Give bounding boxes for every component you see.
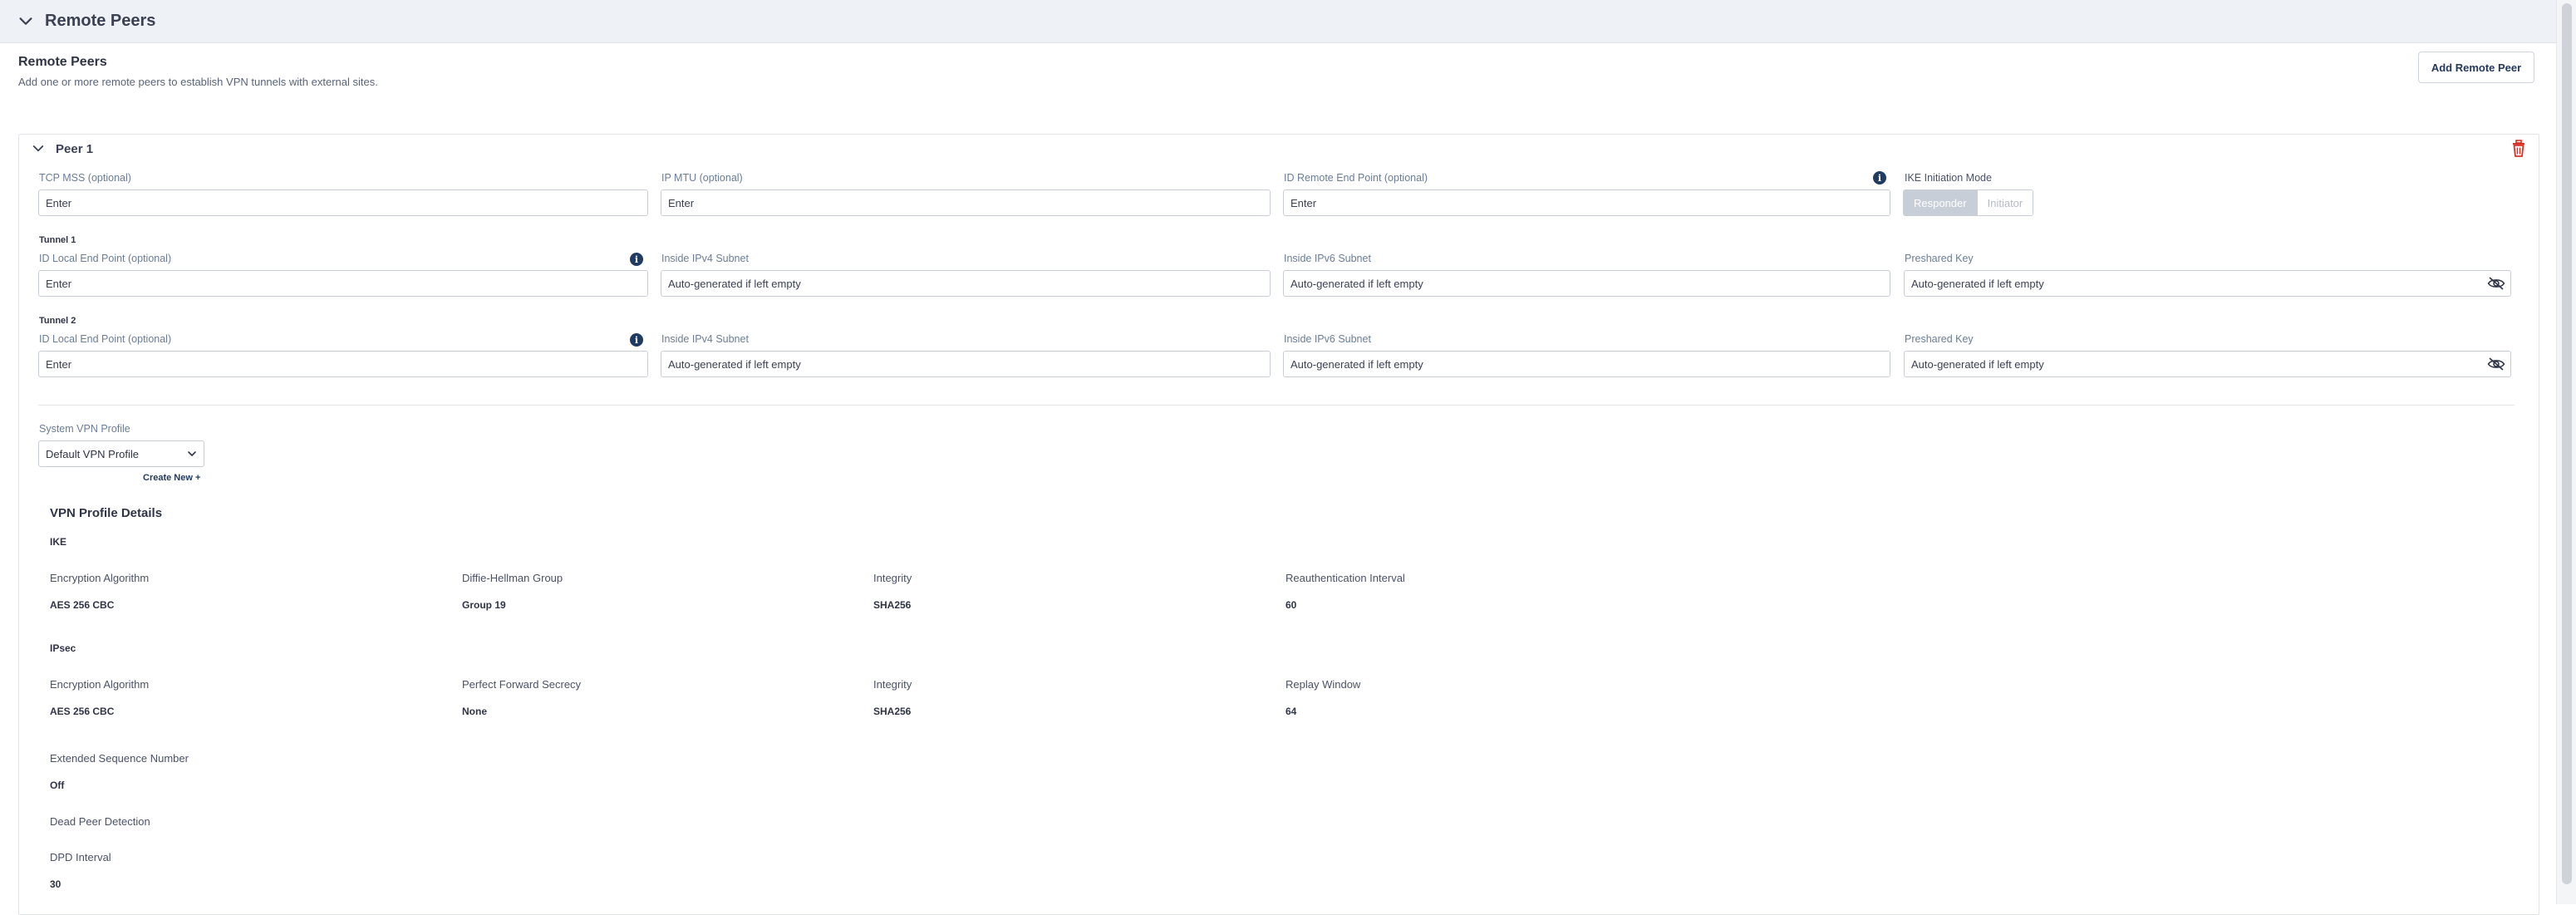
eye-off-icon[interactable] [2487,357,2505,371]
ipv4-subnet-input[interactable] [661,351,1271,377]
info-icon[interactable]: i [1873,171,1886,184]
responder-option[interactable]: Responder [1904,190,1977,215]
ipv6-subnet-input[interactable] [1283,270,1890,297]
divider [38,405,2515,406]
scrollbar[interactable] [2556,0,2576,904]
tcp-mss-input[interactable] [38,189,648,216]
chevron-down-icon [32,145,44,152]
ipv6-subnet-label: Inside IPv6 Subnet [1284,253,1371,264]
add-remote-peer-button[interactable]: Add Remote Peer [2418,52,2534,83]
ipsec-integrity-label: Integrity [873,678,912,691]
ipsec-pfs-value: None [462,706,487,717]
id-local-label: ID Local End Point (optional) [39,333,172,345]
esn-label: Extended Sequence Number [50,752,189,765]
ike-reauth-value: 60 [1286,599,1297,611]
ike-dh-group-value: Group 19 [462,599,506,611]
ip-mtu-label: IP MTU (optional) [661,172,743,184]
tunnel-2-title: Tunnel 2 [39,316,76,326]
chevron-down-icon [188,451,196,456]
ipv4-subnet-input[interactable] [661,270,1271,297]
ipv6-subnet-input[interactable] [1283,351,1890,377]
ike-title: IKE [50,536,67,548]
peer-title: Peer 1 [56,141,94,156]
section-header[interactable]: Remote Peers [0,0,2556,43]
vpn-profile-value: Default VPN Profile [46,447,139,460]
ipsec-replay-window-label: Replay Window [1286,678,1361,691]
tcp-mss-label: TCP MSS (optional) [39,172,131,184]
scrollbar-thumb[interactable] [2562,3,2572,884]
ipsec-integrity-value: SHA256 [873,706,912,717]
ip-mtu-input[interactable] [661,189,1271,216]
ipsec-replay-window-value: 64 [1286,706,1297,717]
esn-value: Off [50,780,65,791]
info-icon[interactable]: i [630,253,643,266]
chevron-down-icon [19,17,32,25]
preshared-key-label: Preshared Key [1905,333,1974,345]
ike-encryption-label: Encryption Algorithm [50,572,150,584]
ipv4-subnet-label: Inside IPv4 Subnet [661,253,749,264]
preshared-key-label: Preshared Key [1905,253,1974,264]
ike-reauth-label: Reauthentication Interval [1286,572,1405,584]
ike-integrity-label: Integrity [873,572,912,584]
dpd-interval-label: DPD Interval [50,851,111,863]
create-new-link[interactable]: Create New + [143,473,200,483]
ipsec-title: IPsec [50,642,76,654]
page: Remote Peers Remote Peers Add one or mor… [0,0,2556,915]
info-icon[interactable]: i [630,333,643,347]
vpn-profile-details-title: VPN Profile Details [50,506,163,520]
id-local-input[interactable] [38,270,648,297]
ike-dh-group-label: Diffie-Hellman Group [462,572,563,584]
dpd-label: Dead Peer Detection [50,815,150,828]
ipv6-subnet-label: Inside IPv6 Subnet [1284,333,1371,345]
ipv4-subnet-label: Inside IPv4 Subnet [661,333,749,345]
eye-off-icon[interactable] [2487,277,2505,290]
ipsec-encryption-value: AES 256 CBC [50,706,115,717]
ike-integrity-value: SHA256 [873,599,912,611]
peer-card: Peer 1 [18,134,2539,915]
tunnel-1-title: Tunnel 1 [39,235,76,245]
initiator-option[interactable]: Initiator [1976,190,2033,215]
preshared-key-input[interactable] [1904,270,2511,297]
dpd-interval-value: 30 [50,878,61,890]
trash-icon[interactable] [2510,140,2527,158]
remote-peers-description: Add one or more remote peers to establis… [18,76,378,88]
preshared-key-input[interactable] [1904,351,2511,377]
ike-mode-label: IKE Initiation Mode [1905,172,1992,184]
vpn-profile-select[interactable]: Default VPN Profile [38,440,204,467]
id-local-input[interactable] [38,351,648,377]
id-remote-input[interactable] [1283,189,1890,216]
ipsec-pfs-label: Perfect Forward Secrecy [462,678,582,691]
ipsec-encryption-label: Encryption Algorithm [50,678,150,691]
ike-mode-toggle[interactable]: Responder Initiator [1903,189,2034,216]
section-title: Remote Peers [45,12,156,30]
peer-header[interactable]: Peer 1 [31,141,93,156]
remote-peers-heading: Remote Peers [18,55,107,69]
id-remote-label: ID Remote End Point (optional) [1284,172,1428,184]
vpn-profile-label: System VPN Profile [39,423,130,435]
id-local-label: ID Local End Point (optional) [39,253,172,264]
ike-encryption-value: AES 256 CBC [50,599,115,611]
